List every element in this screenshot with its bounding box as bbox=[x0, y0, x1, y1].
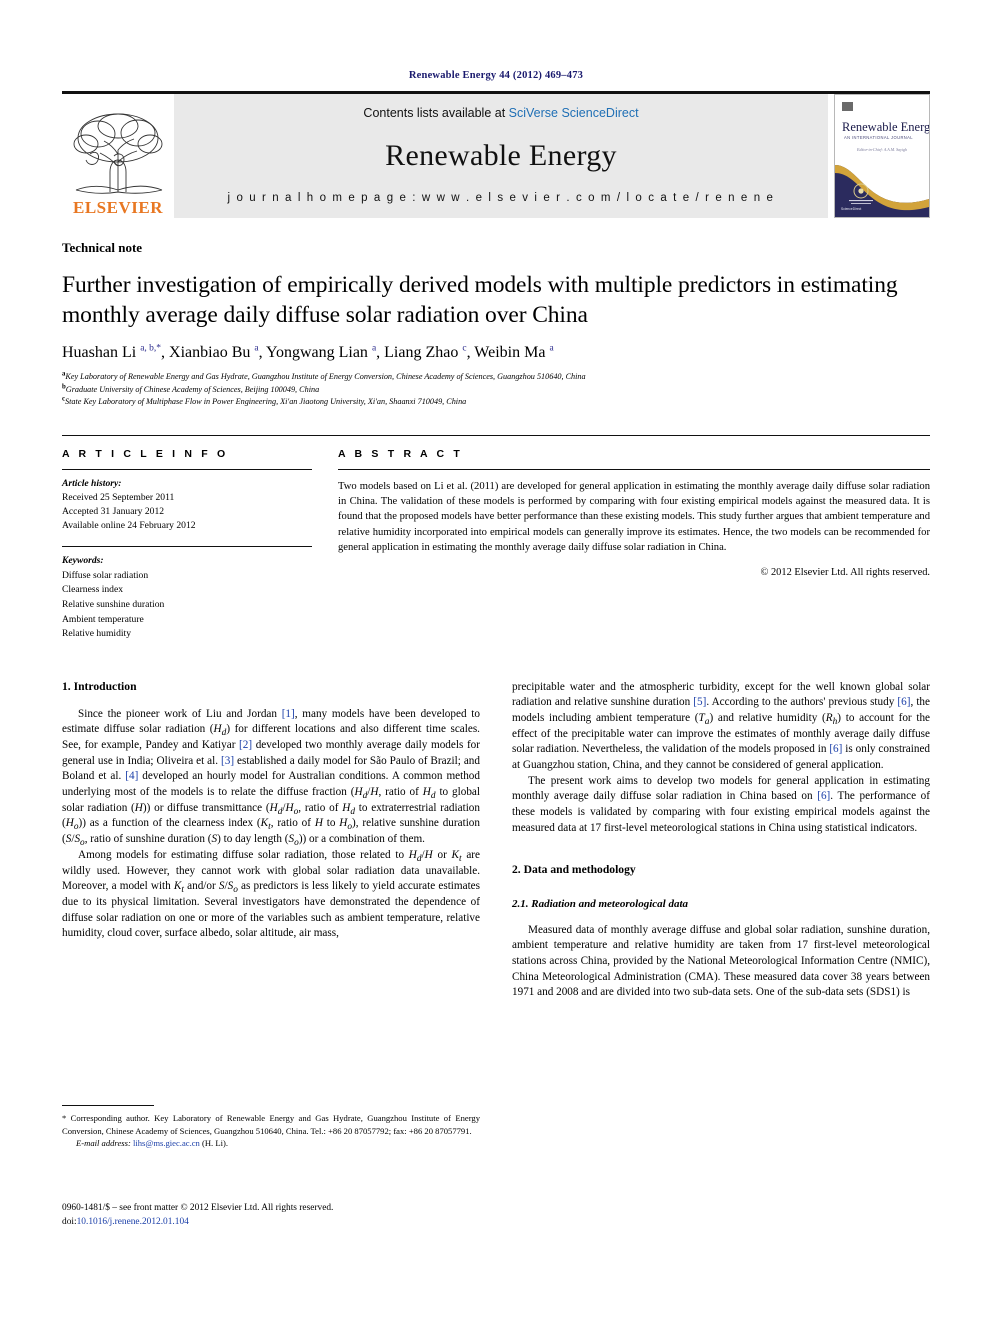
journal-title: Renewable Energy bbox=[385, 139, 617, 172]
article-type: Technical note bbox=[62, 240, 143, 255]
article-history-label: Article history: bbox=[62, 477, 122, 489]
abstract-copyright: © 2012 Elsevier Ltd. All rights reserved… bbox=[760, 567, 931, 579]
keyword-item: Relative sunshine duration bbox=[62, 599, 165, 611]
subsection-heading-radiation-data: 2.1. Radiation and meteorological data bbox=[512, 897, 689, 910]
keyword-item: Clearness index bbox=[62, 584, 124, 596]
keyword-item: Relative humidity bbox=[62, 628, 132, 640]
colophon: 0960-1481/$ – see front matter © 2012 El… bbox=[62, 1201, 333, 1229]
section-heading-introduction: 1. Introduction bbox=[62, 679, 137, 693]
intro-paragraph-1: Since the pioneer work of Liu and Jordan… bbox=[62, 707, 481, 849]
history-online: Available online 24 February 2012 bbox=[62, 520, 196, 532]
contents-prefix: Contents lists available at bbox=[363, 106, 509, 120]
abstract-heading: A B S T R A C T bbox=[338, 447, 463, 460]
article-history: Article history: Received 25 September 2… bbox=[62, 470, 312, 534]
sciencedirect-link[interactable]: SciVerse ScienceDirect bbox=[509, 106, 639, 120]
affiliation-a: aKey Laboratory of Renewable Energy and … bbox=[62, 371, 930, 383]
issn-line: 0960-1481/$ – see front matter © 2012 El… bbox=[62, 1203, 334, 1213]
svg-text:AN INTERNATIONAL JOURNAL: AN INTERNATIONAL JOURNAL bbox=[844, 135, 913, 140]
keywords-label: Keywords: bbox=[62, 555, 104, 567]
doi-label: doi: bbox=[62, 1217, 77, 1228]
intro-paragraph-2: Among models for estimating diffuse sola… bbox=[62, 848, 481, 940]
journal-masthead: ELSEVIER Contents lists available at Sci… bbox=[62, 94, 930, 218]
footnote-rule bbox=[62, 1105, 154, 1107]
affiliations: aKey Laboratory of Renewable Energy and … bbox=[62, 371, 930, 408]
article-info-heading: A R T I C L E I N F O bbox=[62, 447, 229, 460]
elsevier-wordmark: ELSEVIER bbox=[73, 198, 163, 217]
history-received: Received 25 September 2011 bbox=[62, 491, 175, 503]
body-column-right: precipitable water and the atmospheric t… bbox=[512, 680, 930, 1150]
history-accepted: Accepted 31 January 2012 bbox=[62, 505, 165, 517]
elsevier-tree-icon bbox=[73, 113, 163, 194]
affiliation-text-a: Key Laboratory of Renewable Energy and G… bbox=[65, 372, 586, 382]
contents-available-line: Contents lists available at SciVerse Sci… bbox=[363, 106, 638, 120]
running-head: Renewable Energy 44 (2012) 469–473 bbox=[408, 70, 584, 81]
journal-homepage[interactable]: j o u r n a l h o m e p a g e : w w w . … bbox=[228, 192, 775, 204]
elsevier-logo: ELSEVIER bbox=[62, 94, 174, 218]
corresponding-author-note: * Corresponding author. Key Laboratory o… bbox=[62, 1113, 480, 1136]
body-column-left: 1. Introduction Since the pioneer work o… bbox=[62, 680, 480, 1150]
doi-line: doi:10.1016/j.renene.2012.01.104 bbox=[62, 1215, 333, 1229]
keywords-block: Keywords: Diffuse solar radiation Clearn… bbox=[62, 547, 312, 641]
paper-page: Renewable Energy 44 (2012) 469–473 ELSEV… bbox=[0, 0, 992, 1323]
cover-artwork: Renewable Energy AN INTERNATIONAL JOURNA… bbox=[835, 95, 929, 217]
affiliation-c: cState Key Laboratory of Multiphase Flow… bbox=[62, 395, 930, 408]
body-two-columns: 1. Introduction Since the pioneer work o… bbox=[62, 680, 930, 1150]
email-note: E-mail address: lihs@ms.giec.ac.cn (H. L… bbox=[76, 1138, 229, 1149]
abstract-column: A B S T R A C T Two models based on Li e… bbox=[338, 436, 930, 642]
info-abstract-region: A R T I C L E I N F O Article history: R… bbox=[62, 434, 930, 642]
affiliation-text-c: State Key Laboratory of Multiphase Flow … bbox=[65, 397, 467, 407]
doi-value[interactable]: 10.1016/j.renene.2012.01.104 bbox=[77, 1217, 189, 1227]
affiliation-text-b: Graduate University of Chinese Academy o… bbox=[65, 384, 320, 394]
keyword-item: Diffuse solar radiation bbox=[62, 569, 149, 581]
section-heading-data: 2. Data and methodology bbox=[512, 862, 636, 876]
keyword-item: Ambient temperature bbox=[62, 613, 144, 625]
journal-cover-thumbnail: Renewable Energy AN INTERNATIONAL JOURNA… bbox=[834, 94, 930, 218]
author-list: Huashan Li a, b,*, Xianbiao Bu a, Yongwa… bbox=[62, 343, 554, 362]
footnote-region: * Corresponding author. Key Laboratory o… bbox=[62, 1105, 480, 1149]
right-paragraph-1: precipitable water and the atmospheric t… bbox=[512, 680, 930, 772]
journal-band: Contents lists available at SciVerse Sci… bbox=[174, 94, 828, 218]
data-paragraph-1: Measured data of monthly average diffuse… bbox=[512, 923, 930, 999]
svg-text:Editor-in-Chief: A.A.M. Sayigh: Editor-in-Chief: A.A.M. Sayigh bbox=[856, 147, 907, 152]
abstract-text: Two models based on Li et al. (2011) are… bbox=[338, 480, 930, 553]
svg-text:ScienceDirect: ScienceDirect bbox=[841, 207, 861, 211]
page-title: Further investigation of empirically der… bbox=[62, 272, 898, 329]
right-paragraph-2: The present work aims to develop two mod… bbox=[512, 774, 930, 834]
article-info-column: A R T I C L E I N F O Article history: R… bbox=[62, 436, 312, 642]
svg-text:Renewable Energy: Renewable Energy bbox=[842, 120, 929, 134]
affiliation-b: bGraduate University of Chinese Academy … bbox=[62, 383, 930, 396]
